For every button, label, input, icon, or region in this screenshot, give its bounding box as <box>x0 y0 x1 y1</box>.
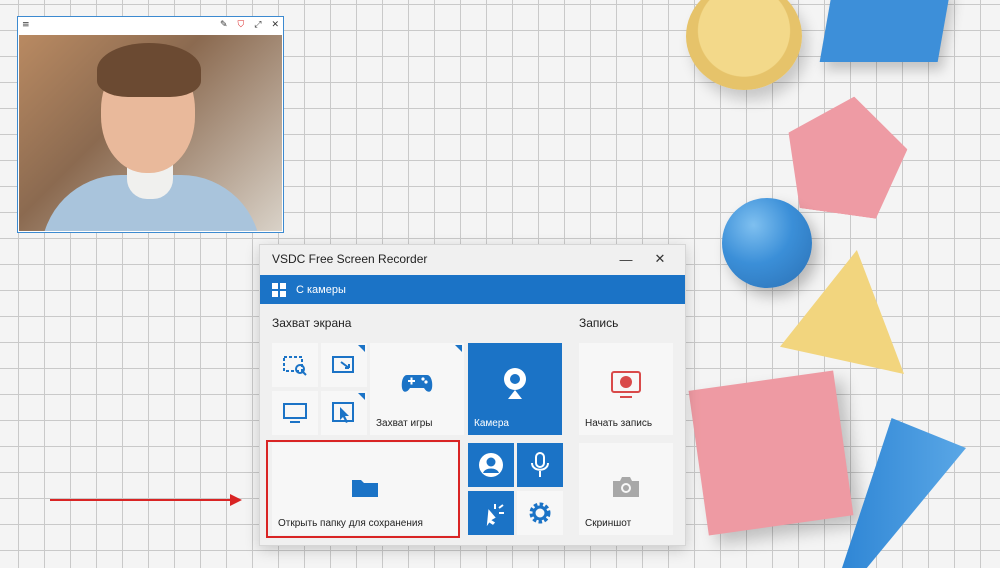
pink-pentagon-shape <box>778 88 913 222</box>
camera-window-titlebar: ≡ ✎ ⛉ ⤢ ✕ <box>18 17 283 33</box>
section-label-capture: Захват экрана <box>272 316 352 330</box>
start-record-label: Начать запись <box>585 418 653 429</box>
gamepad-icon <box>401 375 433 393</box>
cursor-effect-icon <box>486 504 504 526</box>
section-label-record: Запись <box>579 316 619 330</box>
blue-sphere-shape <box>722 198 812 288</box>
record-icon <box>611 371 641 399</box>
camera-preview-window: ≡ ✎ ⛉ ⤢ ✕ <box>17 16 284 233</box>
camera-mode-button[interactable]: Камера <box>468 343 562 435</box>
pointer-arrow-head <box>230 494 242 506</box>
blue-cube-shape <box>819 0 951 62</box>
screenshot-button[interactable]: Скриншот <box>579 443 673 535</box>
menu-icon[interactable]: ≡ <box>22 20 30 30</box>
options-corner <box>358 393 365 400</box>
close-icon[interactable]: ✕ <box>271 20 279 30</box>
region-capture-button[interactable] <box>272 343 318 387</box>
settings-button[interactable] <box>517 491 563 535</box>
screenshot-label: Скриншот <box>585 518 632 529</box>
mode-label: С камеры <box>296 283 346 296</box>
windows-logo-icon <box>272 282 286 297</box>
start-record-button[interactable]: Начать запись <box>579 343 673 435</box>
mode-selector[interactable]: С камеры <box>260 275 685 304</box>
yellow-cylinder-shape <box>686 0 802 90</box>
fullscreen-capture-button[interactable] <box>272 391 318 435</box>
camera-icon <box>613 477 639 498</box>
window-capture-button[interactable] <box>321 343 367 387</box>
webcam-icon <box>504 368 526 400</box>
pink-cube-shape <box>688 370 854 536</box>
expand-icon[interactable]: ⤢ <box>254 20 261 30</box>
pin-icon[interactable]: ✎ <box>220 20 228 30</box>
game-capture-button[interactable]: Захват игры <box>370 343 464 435</box>
region-capture-icon <box>283 356 307 376</box>
window-title: VSDC Free Screen Recorder <box>272 252 428 266</box>
options-corner <box>455 345 462 352</box>
settings-gear-icon <box>529 502 551 524</box>
person-icon <box>479 453 503 477</box>
shield-icon[interactable]: ⛉ <box>237 20 244 30</box>
camera-mode-label: Камера <box>474 418 509 429</box>
options-corner <box>358 345 365 352</box>
cursor-area-capture-button[interactable] <box>321 391 367 435</box>
recorder-titlebar: VSDC Free Screen Recorder — ✕ <box>260 245 685 273</box>
microphone-icon <box>531 452 549 477</box>
highlight-box <box>266 440 460 538</box>
window-capture-icon <box>332 356 354 373</box>
webcam-video-feed <box>19 35 282 231</box>
person-hair <box>97 43 201 97</box>
fullscreen-icon <box>283 403 307 423</box>
blue-cone-shape <box>842 418 966 568</box>
pointer-arrow-line <box>50 499 236 501</box>
minimize-button[interactable]: — <box>613 252 639 267</box>
close-button[interactable]: ✕ <box>647 251 673 267</box>
cursor-effects-button[interactable] <box>468 491 514 535</box>
avatar-overlay-button[interactable] <box>468 443 514 487</box>
microphone-button[interactable] <box>517 443 563 487</box>
cursor-capture-icon <box>332 402 354 423</box>
game-capture-label: Захват игры <box>376 418 433 429</box>
